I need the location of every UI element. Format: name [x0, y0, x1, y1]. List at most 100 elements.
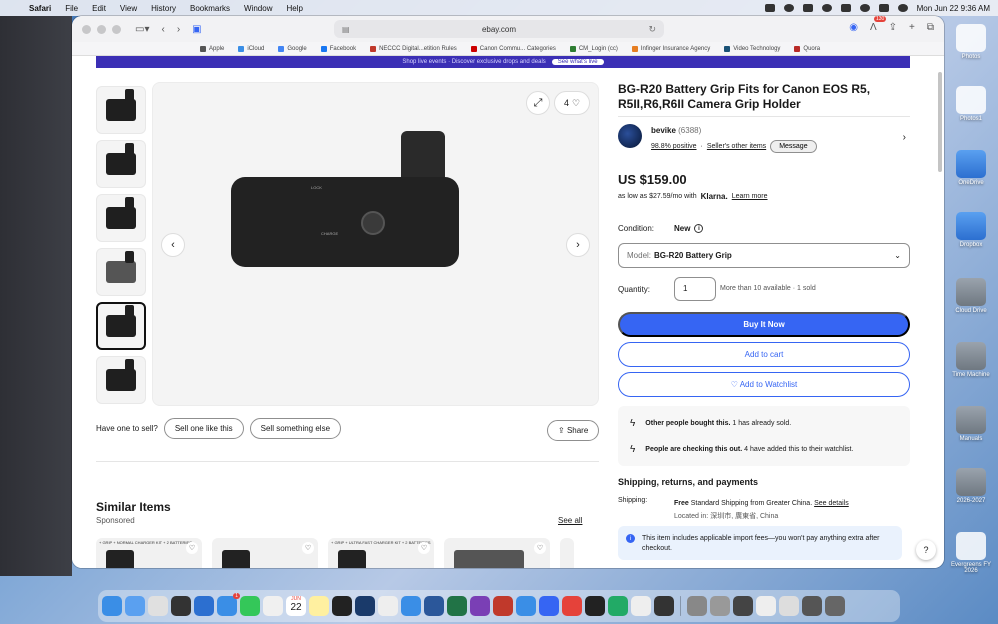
page-settings-icon[interactable]: ▤	[342, 25, 350, 34]
sync-status-icon[interactable]	[821, 4, 832, 12]
tab-overview-icon[interactable]: ⧉	[927, 22, 934, 33]
wifi-icon[interactable]	[859, 4, 870, 12]
seller-positive-link[interactable]: 98.8% positive	[651, 143, 697, 150]
desktop-icon[interactable]: OneDrive	[944, 150, 998, 186]
dock-app-icon[interactable]	[631, 596, 651, 616]
dock-app-icon[interactable]	[424, 596, 444, 616]
menu-view[interactable]: View	[113, 4, 144, 13]
dock-app-icon[interactable]	[470, 596, 490, 616]
favorite-link[interactable]: Google	[278, 45, 307, 52]
favorite-link[interactable]: Facebook	[320, 45, 356, 52]
minimize-window-button[interactable]	[97, 24, 106, 34]
add-to-watchlist-button[interactable]: ♡ Add to Watchlist	[618, 372, 910, 397]
new-tab-icon[interactable]: +	[909, 22, 915, 33]
battery-icon[interactable]	[840, 4, 851, 12]
favorite-link[interactable]: Quora	[794, 45, 820, 52]
model-select[interactable]: Model: BG-R20 Battery Grip ⌄	[618, 243, 910, 268]
menu-help[interactable]: Help	[279, 4, 309, 13]
dock-app-icon[interactable]: JUN 22	[286, 596, 306, 616]
similar-item-card[interactable]: ♡	[444, 538, 550, 568]
dock-app-icon[interactable]	[148, 596, 168, 616]
extension-icon[interactable]: ◉	[849, 22, 858, 33]
favorite-link[interactable]: CM_Login (cc)	[569, 45, 618, 52]
message-seller-button[interactable]: Message	[770, 140, 817, 153]
forward-icon[interactable]: ›	[177, 24, 180, 35]
desktop-icon[interactable]: Photos1	[944, 86, 998, 122]
watch-count-button[interactable]: 4 ♡	[554, 91, 590, 115]
next-image-button[interactable]: ›	[566, 233, 590, 257]
heart-icon[interactable]: ♡	[302, 542, 314, 554]
add-to-cart-button[interactable]: Add to cart	[618, 342, 910, 367]
status-app-icon[interactable]	[764, 4, 775, 12]
sell-something-else-button[interactable]: Sell something else	[249, 418, 342, 439]
similar-item-card[interactable]: + GRIP + ULTRA FAST CHARGER KIT + 2 BATT…	[328, 538, 434, 568]
desktop-icon[interactable]: Time Machine	[944, 342, 998, 378]
menu-window[interactable]: Window	[237, 4, 279, 13]
see-all-link[interactable]: See all	[558, 516, 582, 525]
chevron-right-icon[interactable]: ›	[903, 132, 906, 143]
menu-history[interactable]: History	[144, 4, 183, 13]
promo-banner[interactable]: Shop live events · Discover exclusive dr…	[96, 56, 910, 68]
expand-icon[interactable]: ⤢	[526, 91, 550, 115]
desktop-icon[interactable]: Manuals	[944, 406, 998, 442]
dock-app-icon[interactable]	[447, 596, 467, 616]
heart-icon[interactable]: ♡	[534, 542, 546, 554]
control-center-icon[interactable]	[878, 4, 889, 12]
dock-app-icon[interactable]	[240, 596, 260, 616]
similar-item-card[interactable]: + GRIP + NORMAL CHARGER KIT + 2 BATTERIE…	[96, 538, 202, 568]
favorite-link[interactable]: Infinger Insurance Agency	[631, 45, 710, 52]
heart-icon[interactable]: ♡	[186, 542, 198, 554]
dropbox-status-icon[interactable]	[783, 4, 794, 12]
desktop-icon[interactable]: Dropbox	[944, 212, 998, 248]
thumbnail-4[interactable]	[96, 248, 146, 296]
dock-app-icon[interactable]	[125, 596, 145, 616]
address-bar[interactable]: ▤ ebay.com ↻	[334, 20, 664, 38]
back-icon[interactable]: ‹	[161, 24, 164, 35]
seller-avatar[interactable]	[618, 124, 642, 148]
dock-app-icon[interactable]	[516, 596, 536, 616]
reader-extension-icon[interactable]: Λ 130	[870, 16, 887, 33]
dock-app-icon[interactable]	[654, 596, 674, 616]
favorite-link[interactable]: iCloud	[238, 45, 264, 52]
dock-app-icon[interactable]	[309, 596, 329, 616]
thumbnail-6[interactable]	[96, 356, 146, 404]
dock-app-icon[interactable]	[539, 596, 559, 616]
dock-app-icon[interactable]	[263, 596, 283, 616]
menu-bookmarks[interactable]: Bookmarks	[183, 4, 237, 13]
buy-it-now-button[interactable]: Buy It Now	[618, 312, 910, 337]
prev-image-button[interactable]: ‹	[161, 233, 185, 257]
dock-app-icon[interactable]	[779, 596, 799, 616]
learn-more-link[interactable]: Learn more	[732, 193, 768, 200]
dock-app-icon[interactable]	[733, 596, 753, 616]
sidebar-toggle-icon[interactable]: ▭▾	[135, 24, 149, 35]
dock-app-icon[interactable]	[562, 596, 582, 616]
sell-one-like-this-button[interactable]: Sell one like this	[163, 418, 244, 439]
similar-item-card[interactable]: ♡	[212, 538, 318, 568]
help-button[interactable]: ?	[916, 540, 936, 560]
page-scrollbar[interactable]	[938, 72, 942, 172]
share-icon[interactable]: ⇪	[889, 22, 897, 33]
menu-safari[interactable]: Safari	[22, 4, 58, 13]
zoom-window-button[interactable]	[112, 24, 121, 34]
cloud-status-icon[interactable]	[802, 4, 813, 12]
dock-app-icon[interactable]	[102, 596, 122, 616]
dock-app-icon[interactable]	[585, 596, 605, 616]
desktop-icon[interactable]: Cloud Drive	[944, 278, 998, 314]
favorite-link[interactable]: NECCC Digital...etition Rules	[370, 45, 457, 52]
menu-edit[interactable]: Edit	[85, 4, 113, 13]
close-window-button[interactable]	[82, 24, 91, 34]
thumbnail-3[interactable]	[96, 194, 146, 242]
share-button[interactable]: ⇪ Share	[547, 420, 600, 441]
dock-app-icon[interactable]	[710, 596, 730, 616]
quantity-input[interactable]: 1	[674, 277, 716, 301]
dock-app-icon[interactable]	[355, 596, 375, 616]
dock-app-icon[interactable]: 1	[217, 593, 240, 616]
dock-app-icon[interactable]	[378, 596, 398, 616]
seller-other-items-link[interactable]: Seller's other items	[707, 143, 766, 150]
thumbnail-5-selected[interactable]	[96, 302, 146, 350]
heart-icon[interactable]: ♡	[418, 542, 430, 554]
thumbnail-2[interactable]	[96, 140, 146, 188]
desktop-icon[interactable]: Photos	[944, 24, 998, 60]
seller-name[interactable]: bevike	[651, 126, 676, 135]
dock-app-icon[interactable]	[687, 596, 707, 616]
